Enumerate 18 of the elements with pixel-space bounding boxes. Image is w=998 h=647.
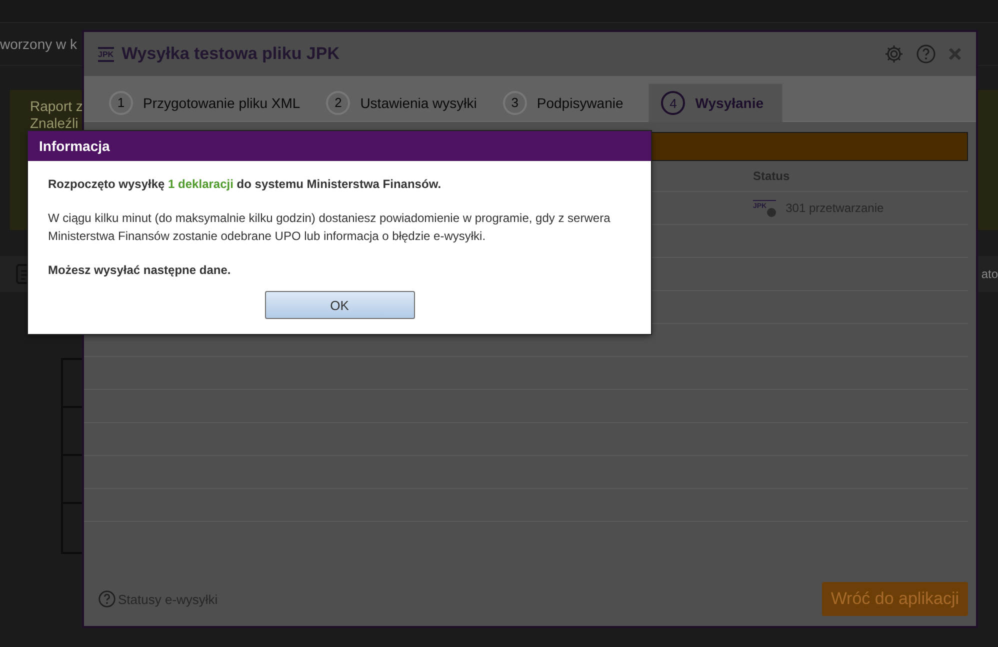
ok-button[interactable]: OK xyxy=(264,291,414,319)
toolbar-text: ato xyxy=(981,267,998,281)
settings-icon[interactable] xyxy=(884,44,904,64)
message-text: Możesz wysyłać następne dane. xyxy=(48,262,232,279)
close-icon[interactable] xyxy=(948,47,962,61)
help-icon[interactable] xyxy=(916,44,936,64)
message-text: W ciągu kilku minut (do maksymalnie kilku godzin) dostaniesz powiadomienie w programie, gdy z serwera Ministerstwa Finansów zostanie odebrane UPO lub informacja o błędzie e-wysyłki. xyxy=(48,210,612,245)
message-text: Rozpoczęto wysyłkę 1 deklaracji do systemu Ministerstwa Finansów. xyxy=(48,176,442,193)
notice-text: Raport z xyxy=(30,98,83,115)
dialog-title: Informacja xyxy=(28,131,651,161)
step-tab[interactable]: 3 Podpisywanie xyxy=(502,83,638,121)
breadcrumb-text: worzony w k xyxy=(0,36,78,52)
step-tab[interactable]: 1 Przygotowanie pliku XML xyxy=(108,83,316,121)
step-tab[interactable]: 2 Ustawienia wysyłki xyxy=(325,83,492,121)
step-tab[interactable]: 4 Wysyłanie xyxy=(648,83,783,122)
help-icon xyxy=(98,590,116,608)
notice-text: Znaleźli xyxy=(30,115,78,132)
back-button[interactable]: Wróć do aplikacji xyxy=(822,582,968,616)
